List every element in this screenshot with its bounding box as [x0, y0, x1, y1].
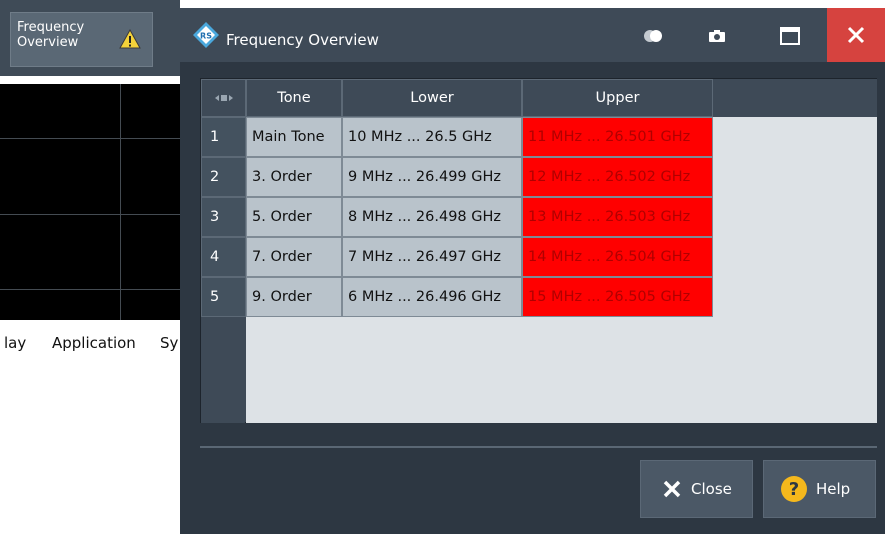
row-number[interactable]: 1 — [201, 117, 246, 157]
help-button[interactable]: ? Help — [763, 460, 876, 518]
cell-lower[interactable]: 8 MHz ... 26.498 GHz — [342, 197, 522, 237]
close-icon — [847, 26, 865, 44]
frequency-overview-dialog: RS Frequency Overview Tone Lower Upper 1… — [180, 8, 885, 534]
frequency-overview-button[interactable]: Frequency Overview — [10, 12, 153, 67]
resize-columns-icon — [214, 95, 233, 101]
frequency-overview-button-label: Frequency Overview — [17, 20, 85, 50]
row-number[interactable]: 2 — [201, 157, 246, 197]
column-header-upper[interactable]: Upper — [522, 79, 713, 117]
cell-lower[interactable]: 9 MHz ... 26.499 GHz — [342, 157, 522, 197]
cell-lower[interactable]: 10 MHz ... 26.5 GHz — [342, 117, 522, 157]
cell-lower[interactable]: 7 MHz ... 26.497 GHz — [342, 237, 522, 277]
dialog-separator — [200, 446, 877, 448]
svg-text:RS: RS — [200, 32, 212, 41]
screenshot-button[interactable] — [702, 23, 732, 49]
menu-bar: lay Application Sy — [0, 320, 180, 368]
app-toolbar: Frequency Overview — [0, 0, 180, 76]
row-number[interactable]: 5 — [201, 277, 246, 317]
dialog-titlebar[interactable]: RS Frequency Overview — [180, 8, 885, 62]
background-app: Frequency Overview lay Application Sy — [0, 0, 180, 534]
close-button-label: Close — [691, 480, 732, 498]
menu-item-system[interactable]: Sy — [160, 334, 178, 352]
warning-icon — [119, 29, 141, 49]
menu-item-application[interactable]: Application — [52, 334, 136, 352]
table-corner-button[interactable] — [201, 79, 246, 117]
frequency-table: Tone Lower Upper 1 Main Tone 10 MHz ... … — [200, 78, 877, 423]
transparency-icon — [644, 30, 662, 42]
close-icon — [663, 480, 681, 498]
cell-upper[interactable]: 15 MHz ... 26.505 GHz — [522, 277, 713, 317]
column-header-tone[interactable]: Tone — [246, 79, 342, 117]
cell-upper[interactable]: 11 MHz ... 26.501 GHz — [522, 117, 713, 157]
cell-lower[interactable]: 6 MHz ... 26.496 GHz — [342, 277, 522, 317]
row-number[interactable]: 4 — [201, 237, 246, 277]
help-button-label: Help — [816, 480, 851, 498]
dialog-title: Frequency Overview — [226, 31, 379, 49]
cell-upper[interactable]: 13 MHz ... 26.503 GHz — [522, 197, 713, 237]
cell-tone[interactable]: 5. Order — [246, 197, 342, 237]
rohde-schwarz-logo-icon: RS — [193, 22, 219, 48]
help-icon: ? — [781, 476, 807, 502]
cell-tone[interactable]: 7. Order — [246, 237, 342, 277]
cell-tone[interactable]: 3. Order — [246, 157, 342, 197]
cell-tone[interactable]: Main Tone — [246, 117, 342, 157]
cell-tone[interactable]: 9. Order — [246, 277, 342, 317]
menu-item-display[interactable]: lay — [4, 334, 26, 352]
row-number[interactable]: 3 — [201, 197, 246, 237]
maximize-button[interactable] — [775, 23, 805, 49]
column-header-lower[interactable]: Lower — [342, 79, 522, 117]
svg-text:?: ? — [789, 479, 799, 500]
maximize-icon — [780, 27, 800, 45]
cell-upper[interactable]: 14 MHz ... 26.504 GHz — [522, 237, 713, 277]
diagram-area[interactable] — [0, 84, 180, 320]
window-close-button[interactable] — [827, 8, 885, 62]
close-button[interactable]: Close — [640, 460, 753, 518]
camera-icon — [709, 30, 725, 42]
cell-upper[interactable]: 12 MHz ... 26.502 GHz — [522, 157, 713, 197]
transparency-toggle[interactable] — [638, 23, 668, 49]
